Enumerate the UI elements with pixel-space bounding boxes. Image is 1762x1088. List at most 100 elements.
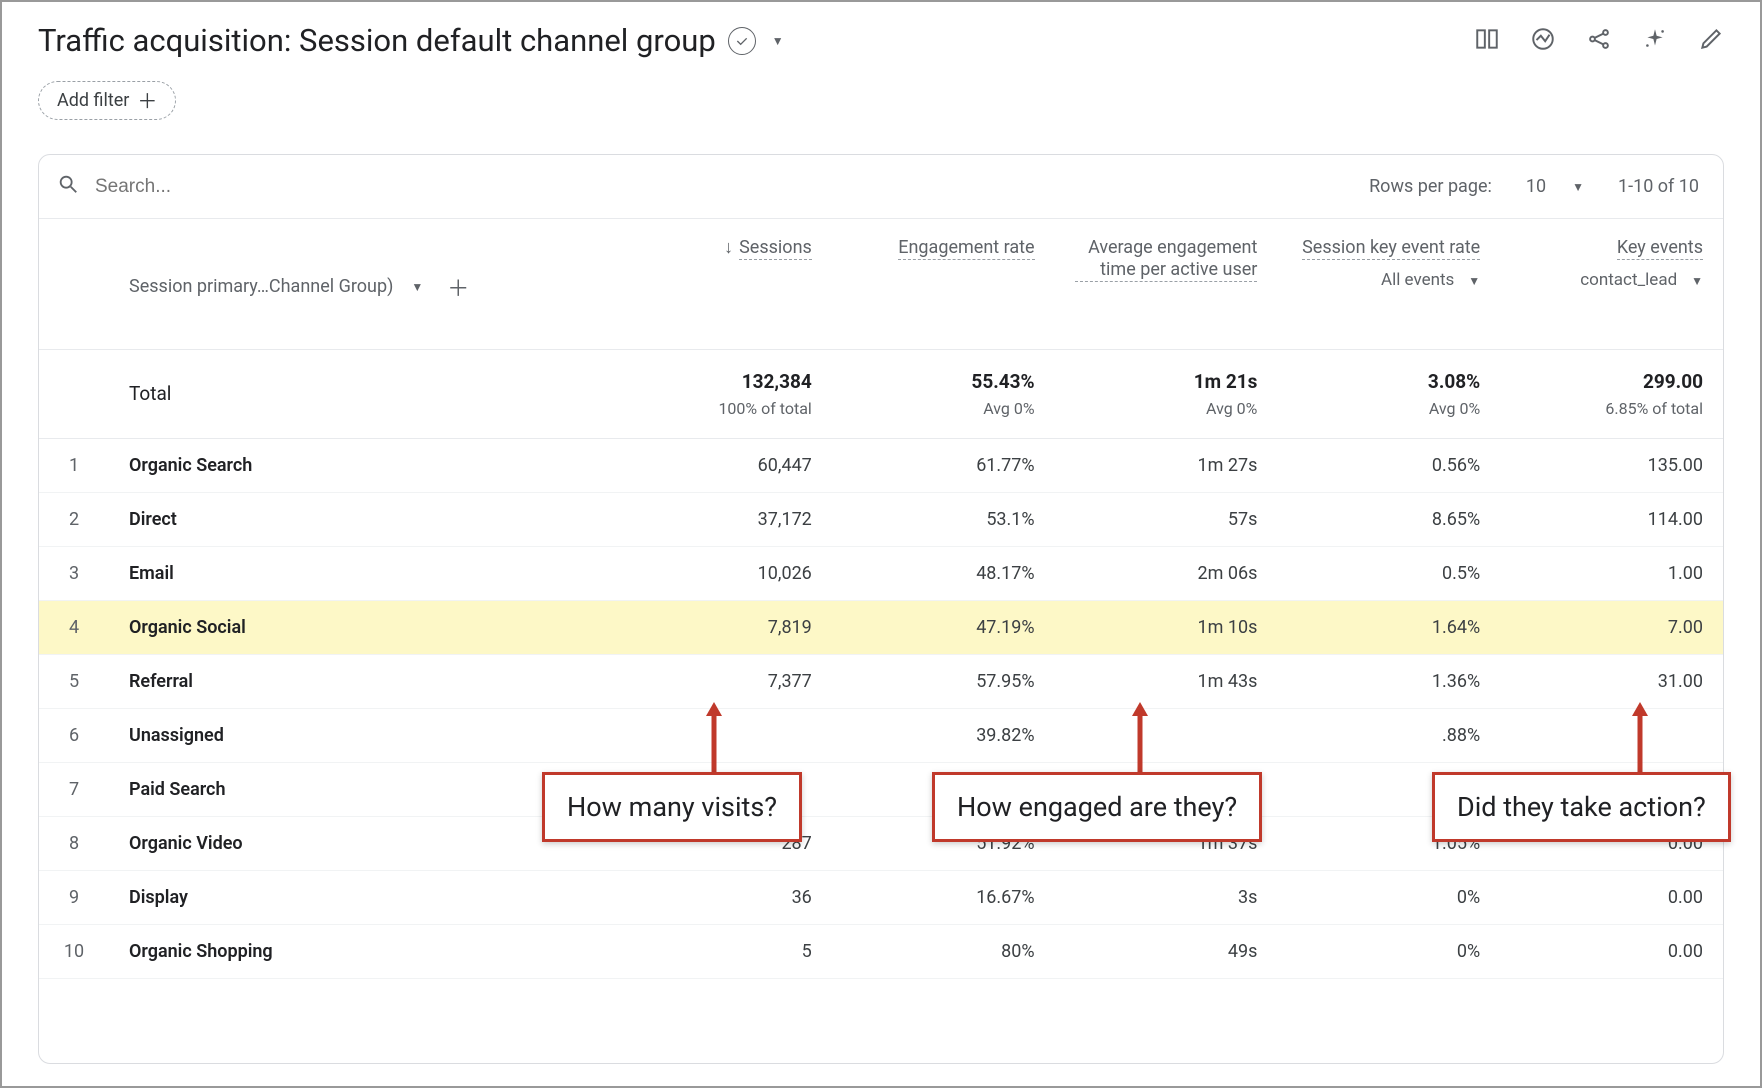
engagement-cell: 61.77% <box>832 438 1055 492</box>
key-rate-cell: 1.64% <box>1277 600 1500 654</box>
avg-time-cell: 1m 27s <box>1055 438 1278 492</box>
verified-badge[interactable] <box>728 27 756 55</box>
key-rate-cell: 0.5% <box>1277 546 1500 600</box>
page-title: Traffic acquisition: Session default cha… <box>38 22 716 59</box>
report-table: Session primary…Channel Group) ▼ ＋ ↓Sess… <box>39 219 1723 979</box>
sessions-cell: 60,447 <box>609 438 832 492</box>
key-events-cell: 7.00 <box>1500 600 1723 654</box>
row-index: 10 <box>39 924 109 978</box>
channel-cell[interactable]: Email <box>109 546 609 600</box>
channel-cell[interactable]: Organic Search <box>109 438 609 492</box>
sparkle-icon[interactable] <box>1642 26 1668 56</box>
sessions-cell: 10,026 <box>609 546 832 600</box>
search-icon <box>57 173 79 200</box>
engagement-rate-header[interactable]: Engagement rate <box>832 219 1055 349</box>
sessions-header[interactable]: ↓Sessions <box>609 219 832 349</box>
report-card: Rows per page: 10 ▼ 1-10 of 10 Session p… <box>38 154 1724 1064</box>
key-rate-cell: .88% <box>1277 708 1500 762</box>
engagement-cell: 57.95% <box>832 654 1055 708</box>
channel-cell[interactable]: Organic Shopping <box>109 924 609 978</box>
engagement-cell: 53.1% <box>832 492 1055 546</box>
table-row[interactable]: 1Organic Search60,44761.77%1m 27s0.56%13… <box>39 438 1723 492</box>
row-index: 6 <box>39 708 109 762</box>
title-dropdown-icon[interactable]: ▼ <box>772 34 784 48</box>
table-row[interactable]: 9Display3616.67%3s0%0.00 <box>39 870 1723 924</box>
add-filter-chip[interactable]: Add filter ＋ <box>38 81 176 120</box>
table-row[interactable]: 10Organic Shopping580%49s0%0.00 <box>39 924 1723 978</box>
avg-time-cell: 57s <box>1055 492 1278 546</box>
rows-per-page-label: Rows per page: <box>1369 176 1492 197</box>
dimension-header[interactable]: Session primary…Channel Group) <box>129 276 393 298</box>
totals-row: Total 132,384100% of total 55.43%Avg 0% … <box>39 349 1723 438</box>
row-index: 4 <box>39 600 109 654</box>
edit-icon[interactable] <box>1698 26 1724 56</box>
key-rate-cell: 1.36% <box>1277 654 1500 708</box>
share-icon[interactable] <box>1586 26 1612 56</box>
engagement-cell: 39.82% <box>832 708 1055 762</box>
channel-cell[interactable]: Organic Video <box>109 816 609 870</box>
chevron-down-icon: ▼ <box>1572 180 1584 194</box>
sessions-cell: 7,819 <box>609 600 832 654</box>
key-events-cell: 1.00 <box>1500 546 1723 600</box>
table-row[interactable]: 2Direct37,17253.1%57s8.65%114.00 <box>39 492 1723 546</box>
annotation-engaged: How engaged are they? <box>932 772 1262 842</box>
channel-cell[interactable]: Paid Search <box>109 762 609 816</box>
row-index: 3 <box>39 546 109 600</box>
channel-cell[interactable]: Display <box>109 870 609 924</box>
annotation-visits: How many visits? <box>542 772 802 842</box>
avg-engagement-time-header[interactable]: Average engagement time per active user <box>1055 219 1278 349</box>
key-events-cell: 0.00 <box>1500 924 1723 978</box>
page-range: 1-10 of 10 <box>1618 176 1699 197</box>
key-events-cell: 0.00 <box>1500 870 1723 924</box>
key-rate-cell: 0% <box>1277 870 1500 924</box>
sessions-cell: 7,377 <box>609 654 832 708</box>
avg-time-cell: 49s <box>1055 924 1278 978</box>
sort-desc-icon: ↓ <box>724 237 733 258</box>
key-events-cell: 31.00 <box>1500 654 1723 708</box>
channel-cell[interactable]: Referral <box>109 654 609 708</box>
row-index: 1 <box>39 438 109 492</box>
engagement-cell: 48.17% <box>832 546 1055 600</box>
key-rate-cell: 8.65% <box>1277 492 1500 546</box>
channel-cell[interactable]: Organic Social <box>109 600 609 654</box>
chevron-down-icon[interactable]: ▼ <box>411 280 423 294</box>
search-input[interactable] <box>93 175 1369 199</box>
avg-time-cell: 2m 06s <box>1055 546 1278 600</box>
row-index: 2 <box>39 492 109 546</box>
avg-time-cell: 3s <box>1055 870 1278 924</box>
table-row[interactable]: 5Referral7,37757.95%1m 43s1.36%31.00 <box>39 654 1723 708</box>
key-rate-cell: 0.56% <box>1277 438 1500 492</box>
key-rate-cell: 0% <box>1277 924 1500 978</box>
key-events-cell <box>1500 708 1723 762</box>
table-row[interactable]: 6Unassigned 39.82% .88% <box>39 708 1723 762</box>
annotation-action: Did they take action? <box>1432 772 1731 842</box>
totals-label: Total <box>129 382 171 405</box>
session-key-event-rate-header[interactable]: Session key event rate All events ▼ <box>1277 219 1500 349</box>
add-filter-label: Add filter <box>57 90 129 111</box>
row-index: 9 <box>39 870 109 924</box>
add-dimension-button[interactable]: ＋ <box>447 271 469 303</box>
avg-time-cell: 1m 10s <box>1055 600 1278 654</box>
sessions-cell: 36 <box>609 870 832 924</box>
sessions-cell: 37,172 <box>609 492 832 546</box>
insights-icon[interactable] <box>1530 26 1556 56</box>
row-index: 7 <box>39 762 109 816</box>
engagement-cell: 80% <box>832 924 1055 978</box>
channel-cell[interactable]: Unassigned <box>109 708 609 762</box>
row-index: 5 <box>39 654 109 708</box>
sessions-cell <box>609 708 832 762</box>
engagement-cell: 16.67% <box>832 870 1055 924</box>
engagement-cell: 47.19% <box>832 600 1055 654</box>
compare-icon[interactable] <box>1474 26 1500 56</box>
table-row[interactable]: 3Email10,02648.17%2m 06s0.5%1.00 <box>39 546 1723 600</box>
channel-cell[interactable]: Direct <box>109 492 609 546</box>
avg-time-cell <box>1055 708 1278 762</box>
key-events-header[interactable]: Key events contact_lead ▼ <box>1500 219 1723 349</box>
row-index: 8 <box>39 816 109 870</box>
rows-per-page-select[interactable]: 10 ▼ <box>1526 176 1584 197</box>
sessions-cell: 5 <box>609 924 832 978</box>
rows-per-page-value: 10 <box>1526 176 1546 197</box>
table-row[interactable]: 4Organic Social7,81947.19%1m 10s1.64%7.0… <box>39 600 1723 654</box>
key-events-cell: 114.00 <box>1500 492 1723 546</box>
avg-time-cell: 1m 43s <box>1055 654 1278 708</box>
